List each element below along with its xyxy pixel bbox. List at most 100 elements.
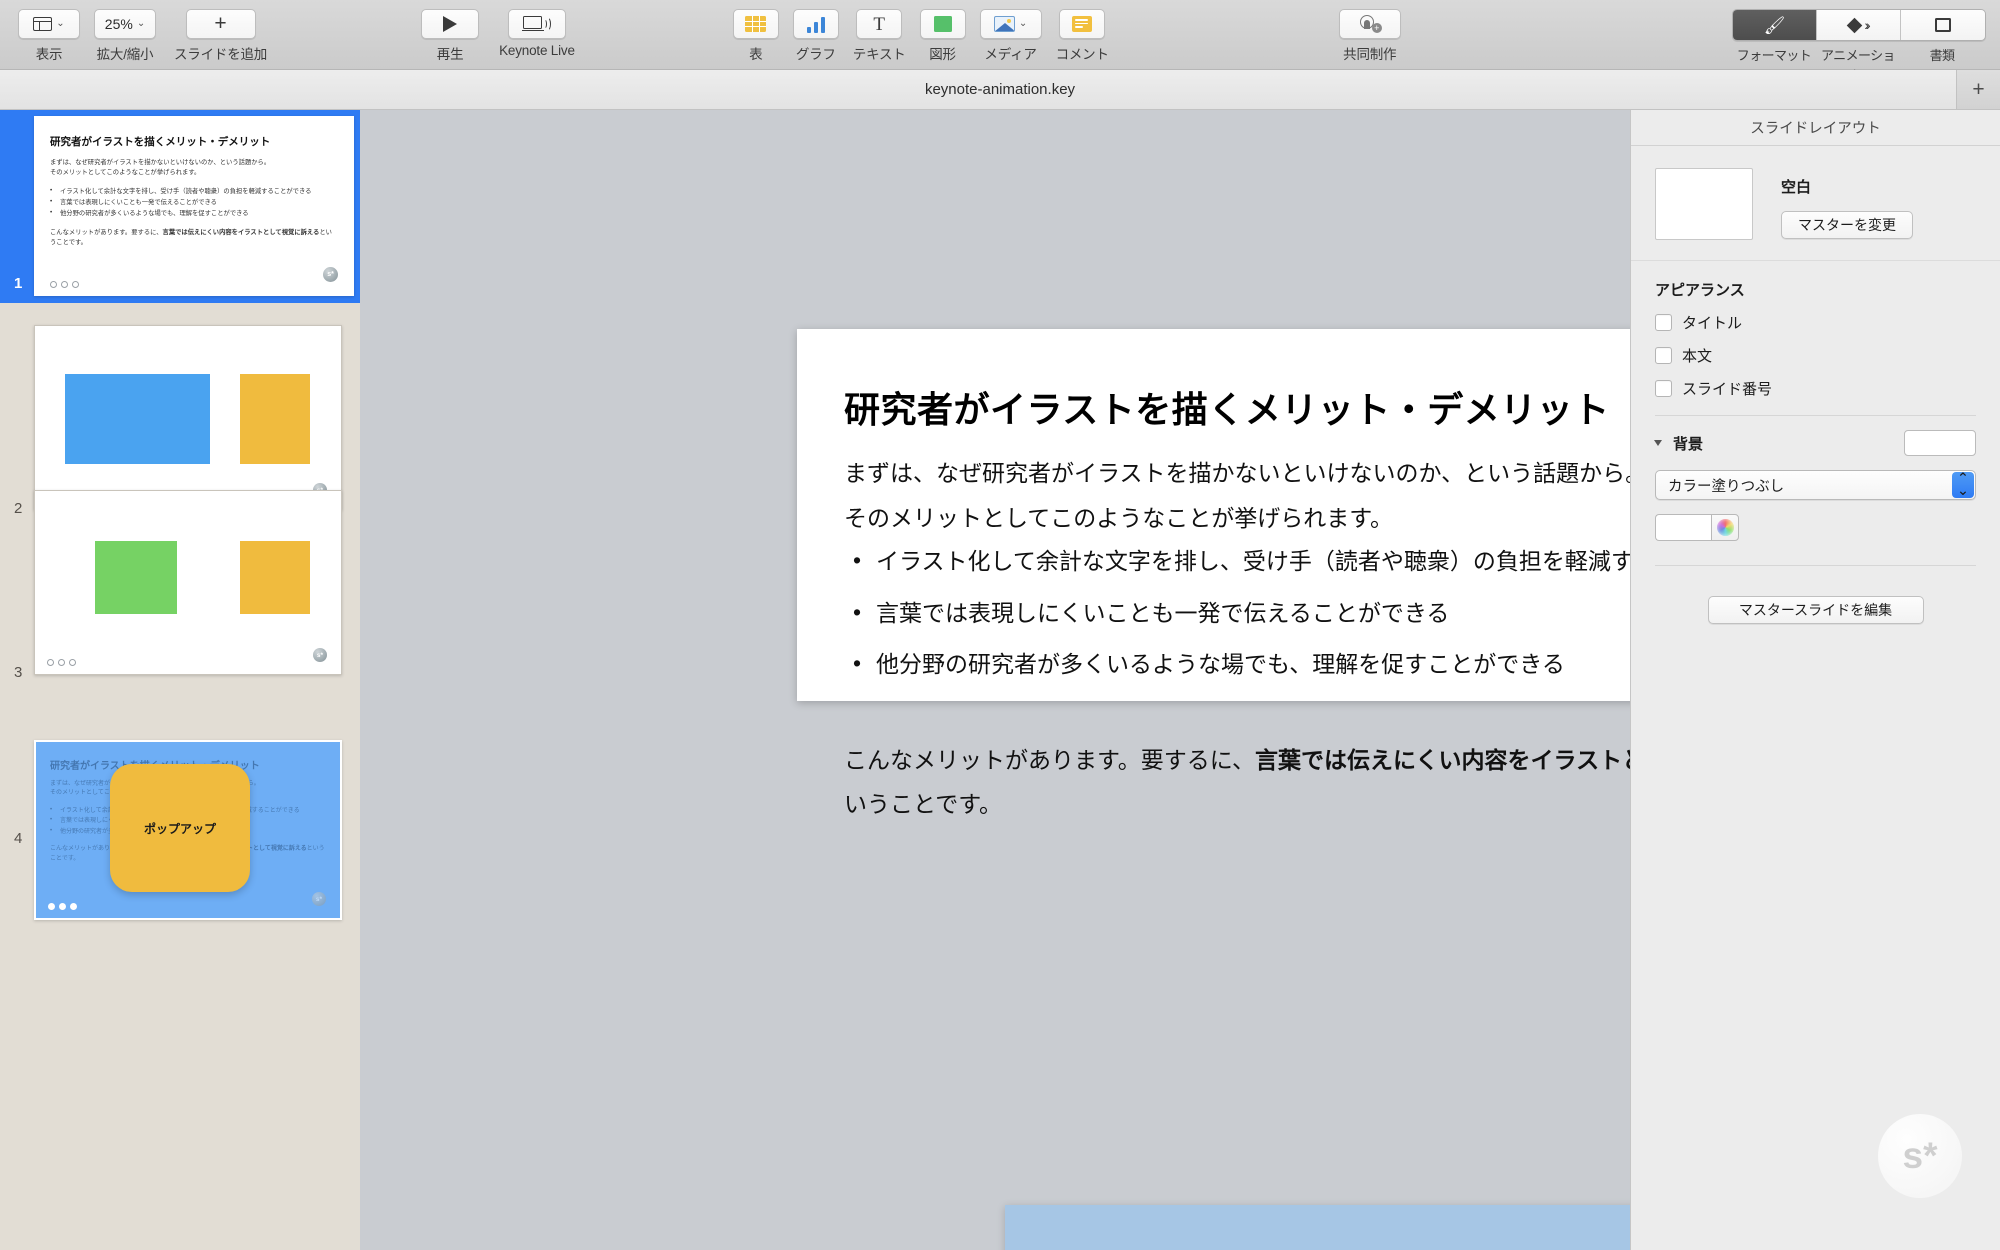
main-toolbar: ⌄ 表示 25% ⌄ 拡大/縮小 + スライドを追加 再生 Keynote Li… (0, 0, 2000, 82)
document-title: keynote-animation.key (924, 81, 1076, 98)
build-indicator-dots (47, 659, 76, 666)
current-slide[interactable]: 研究者がイラストを描くメリット・デメリット まずは、なぜ研究者がイラストを描かな… (797, 329, 1630, 817)
inspector-tab-group: 🖌 ›› (1732, 9, 1986, 41)
view-button[interactable]: ⌄ 表示 (18, 0, 80, 63)
closing-pre: こんなメリットがあります。要するに、 (844, 747, 1256, 773)
checkbox-icon[interactable] (1655, 380, 1672, 397)
shape-label: 図形 (929, 47, 956, 62)
media-icon (993, 16, 1015, 32)
comment-button[interactable]: コメント (1056, 0, 1109, 63)
slide-logo: s* (323, 267, 338, 282)
slide-number: 1 (14, 275, 23, 292)
slide-logo: s* (312, 892, 326, 906)
toolbar-group-view: ⌄ 表示 25% ⌄ 拡大/縮小 + スライドを追加 (14, 0, 271, 63)
thumb-paragraph-2: そのメリットとしてこのようなことが挙げられます。 (50, 168, 201, 176)
play-button[interactable]: 再生 (421, 0, 480, 63)
document-title-bar: keynote-animation.key + (0, 70, 2000, 110)
slide-thumbnail[interactable]: 研究者がイラストを描くメリット・デメリット まずは、なぜ研究者がイラストを描かな… (34, 116, 354, 296)
slide-closing-paragraph[interactable]: こんなメリットがあります。要するに、言葉では伝えにくい内容をイラストとして視覚に… (844, 739, 1630, 826)
format-brush-icon: 🖌 (1763, 15, 1786, 35)
background-preview-swatch[interactable] (1904, 430, 1976, 456)
slide-thumbnail[interactable]: s* (34, 325, 342, 510)
text-icon: T (873, 13, 885, 35)
media-button[interactable]: ⌄ メディア (979, 0, 1042, 63)
checkbox-icon[interactable] (1655, 347, 1672, 364)
thumb-closing-bold: 言葉では伝えにくい内容をイラストとして視覚に訴える (162, 228, 320, 236)
shape-green-rectangle (95, 541, 177, 614)
toolbar-group-play: 再生 Keynote Live (417, 0, 579, 63)
collaborate-icon: + (1358, 15, 1382, 33)
shape-button[interactable]: 図形 (919, 0, 966, 63)
text-label: テキスト (852, 47, 906, 62)
zoom-button[interactable]: 25% ⌄ 拡大/縮小 (94, 0, 156, 63)
edit-master-slide-button[interactable]: マスタースライドを編集 (1707, 596, 1924, 624)
play-label: 再生 (436, 47, 464, 62)
table-icon (745, 16, 767, 32)
appearance-option-body[interactable]: 本文 (1655, 345, 1976, 366)
chart-icon (806, 16, 826, 33)
build-indicator-dots (48, 903, 77, 910)
add-tab-button[interactable]: + (1956, 70, 2000, 109)
slide-title[interactable]: 研究者がイラストを描くメリット・デメリット (844, 381, 1610, 433)
layout-preview-thumbnail[interactable] (1655, 168, 1753, 240)
toolbar-group-insert: 表 グラフ T テキスト 図形 ⌄ メディア コメント (729, 0, 1113, 63)
next-slide-preview[interactable] (1005, 1205, 1630, 1250)
chevron-down-icon: ⌄ (136, 18, 146, 29)
slide-bullet-list[interactable]: イラスト化して余計な文字を排し、受け手（読者や聴衆）の負担を軽減することができる… (844, 544, 1630, 700)
comment-icon (1072, 16, 1093, 32)
keynote-live-label: Keynote Live (499, 43, 575, 58)
checkbox-icon[interactable] (1655, 314, 1672, 331)
shape-orange-rectangle (240, 541, 310, 614)
option-label: 本文 (1682, 348, 1713, 365)
slide-paragraph-2[interactable]: そのメリットとしてこのようなことが挙げられます。 (844, 499, 1393, 533)
thumb-title: 研究者がイラストを描くメリット・デメリット (50, 136, 271, 148)
stepper-arrows-icon[interactable]: ⌃ ⌄ (1952, 471, 1974, 498)
disclosure-triangle-icon[interactable] (1654, 440, 1662, 446)
add-slide-button[interactable]: + スライドを追加 (174, 0, 267, 63)
zoom-label: 拡大/縮小 (96, 47, 154, 62)
plus-icon: + (214, 11, 227, 35)
keynote-live-button[interactable]: Keynote Live (499, 0, 575, 58)
build-indicator-dots (50, 281, 79, 288)
slide-paragraph-1[interactable]: まずは、なぜ研究者がイラストを描かないといけないのか、という話題から。 (844, 454, 1630, 488)
background-section-header[interactable]: 背景 (1631, 416, 2000, 456)
animation-icon: ›› (1847, 17, 1871, 33)
collaborate-button[interactable]: + 共同制作 (1338, 0, 1401, 63)
change-master-button[interactable]: マスターを変更 (1781, 211, 1913, 239)
tab-document[interactable] (1901, 10, 1985, 40)
option-label: タイトル (1682, 315, 1743, 332)
chart-button[interactable]: グラフ (792, 0, 839, 63)
watermark-logo: s* (1878, 1114, 1962, 1198)
document-icon (1935, 18, 1951, 32)
slide-thumbnail[interactable]: s* (34, 490, 342, 675)
appearance-option-title[interactable]: タイトル (1655, 312, 1976, 333)
slide-logo: s* (313, 648, 327, 662)
chevron-down-icon: ⌄ (56, 18, 65, 29)
shape-blue-rectangle (65, 374, 210, 464)
shape-icon (933, 16, 952, 32)
view-icon (33, 17, 53, 31)
play-icon (443, 16, 458, 32)
background-color-row (1655, 514, 1976, 541)
popup-label: ポップアップ (143, 821, 216, 836)
table-label: 表 (749, 47, 763, 62)
slide-navigator[interactable]: 1 研究者がイラストを描くメリット・デメリット まずは、なぜ研究者がイラストを描… (0, 110, 360, 1250)
background-fill-type-select[interactable]: カラー塗りつぶし ⌃ ⌄ (1655, 470, 1976, 500)
chart-label: グラフ (795, 47, 836, 62)
appearance-section: アピアランス タイトル 本文 スライド番号 (1631, 261, 2000, 399)
tab-animation[interactable]: ›› (1817, 10, 1901, 40)
text-button[interactable]: T テキスト (853, 0, 906, 63)
color-wheel-button[interactable] (1711, 514, 1739, 541)
color-swatch-field[interactable] (1655, 514, 1711, 541)
slide-canvas[interactable]: 研究者がイラストを描くメリット・デメリット まずは、なぜ研究者がイラストを描かな… (360, 110, 1630, 1250)
table-button[interactable]: 表 (732, 0, 779, 63)
thumb-bullet: 言葉では表現しにくいことも一発で伝えることができる (50, 196, 338, 208)
keynote-live-icon (521, 15, 551, 33)
view-label: 表示 (35, 47, 63, 62)
appearance-option-slide-number[interactable]: スライド番号 (1655, 378, 1976, 399)
inspector-header: スライドレイアウト (1631, 110, 2000, 146)
slide-bullet: 他分野の研究者が多くいるような場でも、理解を促すことができる (844, 647, 1630, 681)
tab-format[interactable]: 🖌 (1733, 10, 1817, 40)
thumb-closing-pre: こんなメリットがあります。要するに、 (50, 228, 163, 236)
slide-thumbnail[interactable]: 研究者がイラストを描くメリット・デメリット まずは、なぜ研究者がイラストを描かな… (34, 740, 342, 920)
